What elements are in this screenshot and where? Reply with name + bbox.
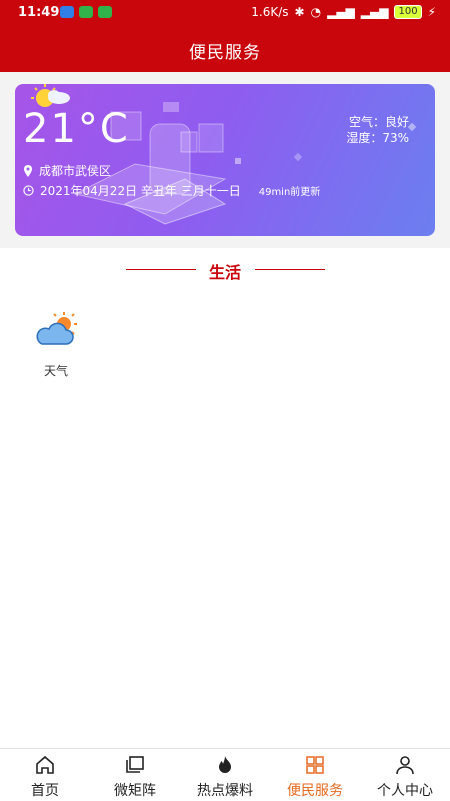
nav-services[interactable]: 便民服务 [270,749,360,801]
nav-matrix[interactable]: 微矩阵 [90,749,180,801]
fire-icon [219,756,231,773]
wechat-notification-icon [79,6,93,18]
air-quality: 空气：良好 [348,115,409,129]
nav-label: 微矩阵 [114,783,156,799]
air-humidity-info: 空气：良好 湿度：73% [346,114,409,146]
service-weather[interactable]: 天气 [28,310,84,378]
grid-icon [306,756,324,774]
alarm-icon: ◔ [310,5,322,19]
battery-icon: 100 [394,5,422,19]
top-bar: 11:49 1.6K/s ✱ ◔ ▂▄▆ ▂▄▆ 100 ⚡ 便民服务 [0,0,450,72]
home-icon [36,755,54,774]
location-pin-icon [24,164,32,177]
matrix-icon [126,756,144,773]
nav-profile[interactable]: 个人中心 [360,749,450,801]
location-text: 成都市武侯区 [39,164,112,178]
status-bar: 11:49 1.6K/s ✱ ◔ ▂▄▆ ▂▄▆ 100 ⚡ [0,0,450,26]
bluetooth-icon: ✱ [294,5,305,19]
nav-label: 热点爆料 [197,783,253,799]
nav-label: 个人中心 [377,783,433,799]
signal-icon-2: ▂▄▆ [360,5,389,19]
person-icon [396,756,414,775]
divider-right [255,269,325,270]
banner-area: 21°C 空气：良好 湿度：73% 成都市武侯区 2021年04月22日 辛丑年… [0,72,450,248]
service-label: 天气 [43,364,68,378]
clock-icon [23,185,34,196]
nav-hot-news[interactable]: 热点爆料 [180,749,270,801]
date-row: 2021年04月22日 辛丑年 三月十一日 49min前更新 [23,182,320,199]
section-heading: 生活 [0,258,450,282]
cloud-sun-icon [36,312,77,345]
page-title: 便民服务 [189,43,261,63]
status-right: 1.6K/s ✱ ◔ ▂▄▆ ▂▄▆ 100 ⚡ [251,5,436,19]
location-row: 成都市武侯区 [23,162,111,179]
nav-label: 便民服务 [287,783,343,799]
section-title: 生活 [208,263,241,282]
temperature: 21°C [23,106,130,152]
wechat-notification-icon [98,6,112,18]
notification-icons [60,6,112,18]
nav-home[interactable]: 首页 [0,749,90,801]
charging-icon: ⚡ [427,5,436,19]
bottom-nav: 首页 微矩阵 热点爆料 便民服务 个人中心 [0,748,450,801]
signal-icon: ▂▄▆ [327,5,355,19]
status-time: 11:49 [18,5,60,20]
nav-label: 首页 [31,783,59,799]
weather-card[interactable]: 21°C 空气：良好 湿度：73% 成都市武侯区 2021年04月22日 辛丑年… [15,84,435,236]
humidity: 湿度：73% [346,131,409,145]
update-time: 49min前更新 [258,187,321,198]
net-speed: 1.6K/s [251,5,289,19]
upload-notification-icon [60,6,74,18]
date-text: 2021年04月22日 辛丑年 三月十一日 [40,184,241,198]
